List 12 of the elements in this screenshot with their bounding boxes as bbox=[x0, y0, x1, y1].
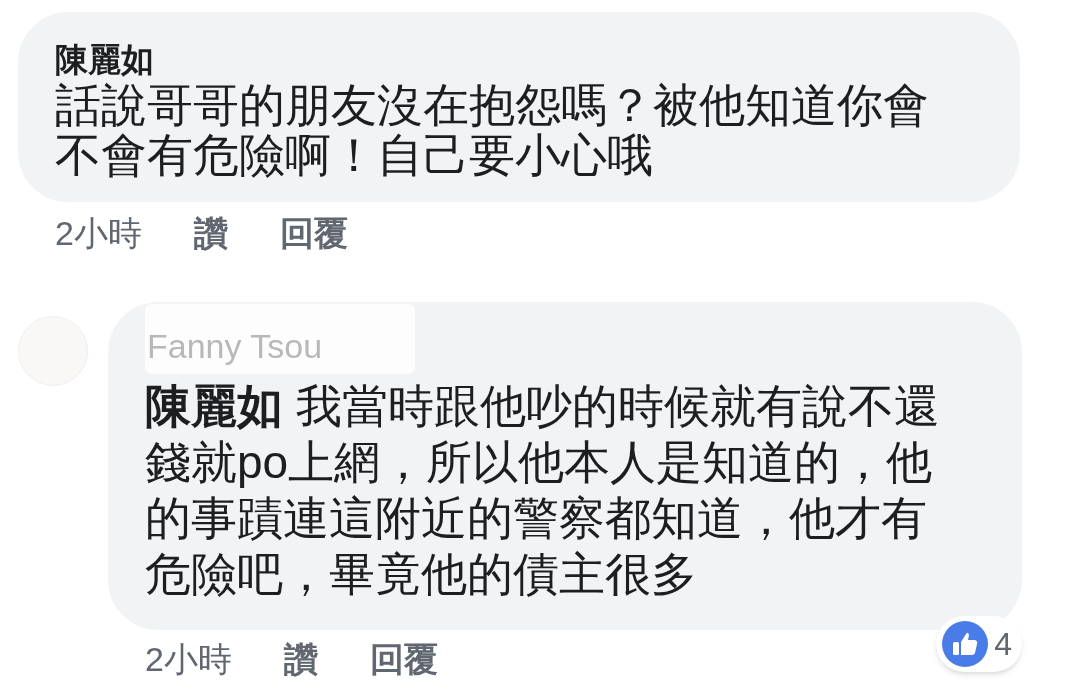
like-link[interactable]: 讚 bbox=[283, 642, 318, 676]
thumbs-up-icon bbox=[942, 621, 989, 667]
like-link[interactable]: 讚 bbox=[193, 216, 228, 250]
comment-author[interactable]: 陳麗如 bbox=[55, 40, 1020, 80]
timestamp: 2小時 bbox=[55, 216, 142, 250]
reaction-count: 4 bbox=[994, 628, 1012, 660]
reply-link[interactable]: 回覆 bbox=[279, 216, 348, 250]
timestamp: 2小時 bbox=[145, 642, 232, 676]
reply-link[interactable]: 回覆 bbox=[369, 642, 438, 676]
reaction-badge[interactable]: 4 bbox=[936, 616, 1022, 672]
comment-text: 陳麗如 我當時跟他吵的時候就有說不還錢就po上網，所以他本人是知道的，他的事蹟連這附近的警察都知道，他才有危險吧，畢竟他的債主很多 bbox=[145, 379, 941, 602]
comment-text: 話說哥哥的朋友沒在抱怨嗎？被他知道你會不會有危險啊！自己要小心哦 bbox=[55, 80, 930, 180]
